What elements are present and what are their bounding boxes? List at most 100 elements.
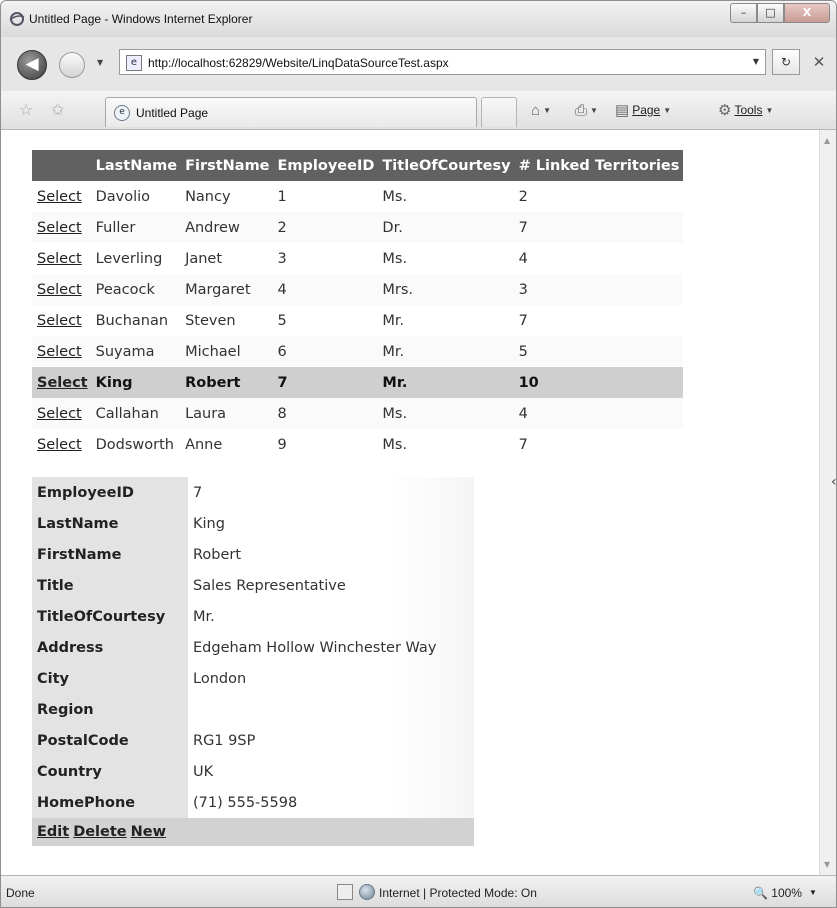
maximize-button[interactable]: □ xyxy=(757,3,784,23)
detail-row: City London xyxy=(32,663,474,694)
chevron-down-icon: ▼ xyxy=(543,105,551,115)
chevron-down-icon: ▼ xyxy=(663,105,672,115)
detail-label: FirstName xyxy=(32,539,188,570)
vertical-scrollbar[interactable]: ▲ ‹ ▼ xyxy=(819,130,836,875)
table-cell: Ms. xyxy=(382,250,408,267)
delete-link[interactable]: Delete xyxy=(73,824,126,840)
detail-label: City xyxy=(32,663,188,694)
select-link[interactable]: Select xyxy=(37,406,82,422)
close-button[interactable]: X xyxy=(784,3,830,23)
detail-label: HomePhone xyxy=(32,787,188,818)
chevron-down-icon: ▼ xyxy=(590,105,598,115)
table-cell: Andrew xyxy=(181,212,274,243)
browser-tab[interactable]: e Untitled Page xyxy=(105,97,477,127)
details-command-row: Edit Delete New xyxy=(32,818,474,846)
select-link[interactable]: Select xyxy=(37,344,82,360)
printer-icon: ⎙ xyxy=(575,101,588,119)
table-cell: Nancy xyxy=(185,188,231,205)
back-button[interactable]: ◀ xyxy=(17,50,47,80)
details-command-cell: Edit Delete New xyxy=(32,818,474,846)
page-icon: e xyxy=(126,55,142,71)
select-cell: Select xyxy=(32,274,92,305)
table-row: Select King Robert 7 Mr. 10 xyxy=(32,367,684,398)
detail-label: Region xyxy=(32,694,188,725)
tools-menu-label: Tools xyxy=(734,103,763,117)
detail-label: LastName xyxy=(32,508,188,539)
select-cell: Select xyxy=(32,367,92,398)
minimize-button[interactable]: – xyxy=(730,3,757,23)
detail-label: TitleOfCourtesy xyxy=(32,601,188,632)
detail-row: TitleOfCourtesy Mr. xyxy=(32,601,474,632)
table-cell: 10 xyxy=(514,367,684,398)
forward-button[interactable] xyxy=(59,52,85,78)
table-cell: Laura xyxy=(181,398,274,429)
home-icon: ⌂ xyxy=(531,101,541,119)
zoom-level[interactable]: 🔍 100% xyxy=(753,886,802,900)
status-text: Done xyxy=(6,886,35,900)
select-link[interactable]: Select xyxy=(37,375,88,391)
table-cell: Fuller xyxy=(91,212,182,243)
detail-label: Title xyxy=(32,570,188,601)
table-cell: King xyxy=(91,367,182,398)
detail-value: Edgeham Hollow Winchester Way xyxy=(188,632,474,663)
new-tab-button[interactable] xyxy=(481,97,517,127)
employees-gridview: LastName FirstName EmployeeID TitleOfCou… xyxy=(32,150,684,460)
select-cell: Select xyxy=(32,429,92,460)
table-row: Select Leverling Janet 3 Ms. 4 xyxy=(32,243,683,274)
zoom-value: 100% xyxy=(771,886,802,900)
table-cell: Mr. xyxy=(382,312,405,329)
detail-value: King xyxy=(188,508,474,539)
edit-link[interactable]: Edit xyxy=(37,824,69,840)
select-link[interactable]: Select xyxy=(37,189,82,205)
globe-icon xyxy=(359,884,375,900)
table-cell: Mr. xyxy=(378,367,515,398)
address-dropdown-icon[interactable]: ▼ xyxy=(753,57,759,66)
page-menu[interactable]: ▤ Page ▼ xyxy=(615,91,671,129)
command-toolbar: ☆ ✩ e Untitled Page ⌂ ▼ ⎙ ▼ ▤ Page ▼ ⚙ T… xyxy=(1,91,836,130)
security-zone-text: Internet | Protected Mode: On xyxy=(379,886,537,900)
refresh-button[interactable]: ↻ xyxy=(772,49,800,75)
table-cell: Steven xyxy=(185,312,236,329)
table-cell: Margaret xyxy=(181,274,274,305)
detail-value: Sales Representative xyxy=(188,570,474,601)
select-link[interactable]: Select xyxy=(37,313,82,329)
new-link[interactable]: New xyxy=(131,824,166,840)
window-controls: – □ X xyxy=(730,3,830,23)
table-cell: 7 xyxy=(273,367,379,398)
table-cell: 3 xyxy=(277,250,287,267)
detail-value: Mr. xyxy=(188,601,474,632)
table-row: Select Davolio Nancy 1 Ms. 2 xyxy=(32,181,683,212)
detail-row: Address Edgeham Hollow Winchester Way xyxy=(32,632,474,663)
stop-icon: ✕ xyxy=(812,53,826,71)
home-button[interactable]: ⌂ ▼ xyxy=(531,91,551,129)
select-link[interactable]: Select xyxy=(37,220,82,236)
detail-value: London xyxy=(188,663,474,694)
chevron-down-icon: ▼ xyxy=(765,105,774,115)
table-cell: Dr. xyxy=(378,212,515,243)
table-cell: 3 xyxy=(514,274,684,305)
scroll-down-icon[interactable]: ▼ xyxy=(824,860,830,869)
address-bar[interactable]: e http://localhost:62829/Website/LinqDat… xyxy=(119,49,766,75)
select-link[interactable]: Select xyxy=(37,282,82,298)
table-cell: Suyama xyxy=(91,336,182,367)
navigation-bar: ◀ ▼ e http://localhost:62829/Website/Lin… xyxy=(1,37,836,91)
print-button[interactable]: ⎙ ▼ xyxy=(575,91,598,129)
detail-label: Country xyxy=(32,756,188,787)
zoom-dropdown-icon[interactable]: ▼ xyxy=(809,888,817,897)
scroll-up-icon[interactable]: ▲ xyxy=(824,136,830,145)
back-arrow-icon: ◀ xyxy=(25,54,39,74)
page-status-icon xyxy=(337,884,353,900)
detail-value xyxy=(188,694,474,725)
table-cell: Ms. xyxy=(382,188,408,205)
tools-menu[interactable]: ⚙ Tools ▼ xyxy=(718,91,773,129)
select-link[interactable]: Select xyxy=(37,437,82,453)
favorites-star-icon[interactable]: ☆ xyxy=(19,100,33,119)
url-text[interactable]: http://localhost:62829/Website/LinqDataS… xyxy=(148,56,449,70)
add-favorites-icon[interactable]: ✩ xyxy=(51,100,64,119)
stop-button[interactable]: ✕ xyxy=(806,49,832,75)
table-cell: 5 xyxy=(277,312,287,329)
table-row: Select Callahan Laura 8 Ms. 4 xyxy=(32,398,684,429)
recent-pages-dropdown[interactable]: ▼ xyxy=(97,58,103,67)
tab-ie-icon: e xyxy=(114,105,130,121)
select-link[interactable]: Select xyxy=(37,251,82,267)
